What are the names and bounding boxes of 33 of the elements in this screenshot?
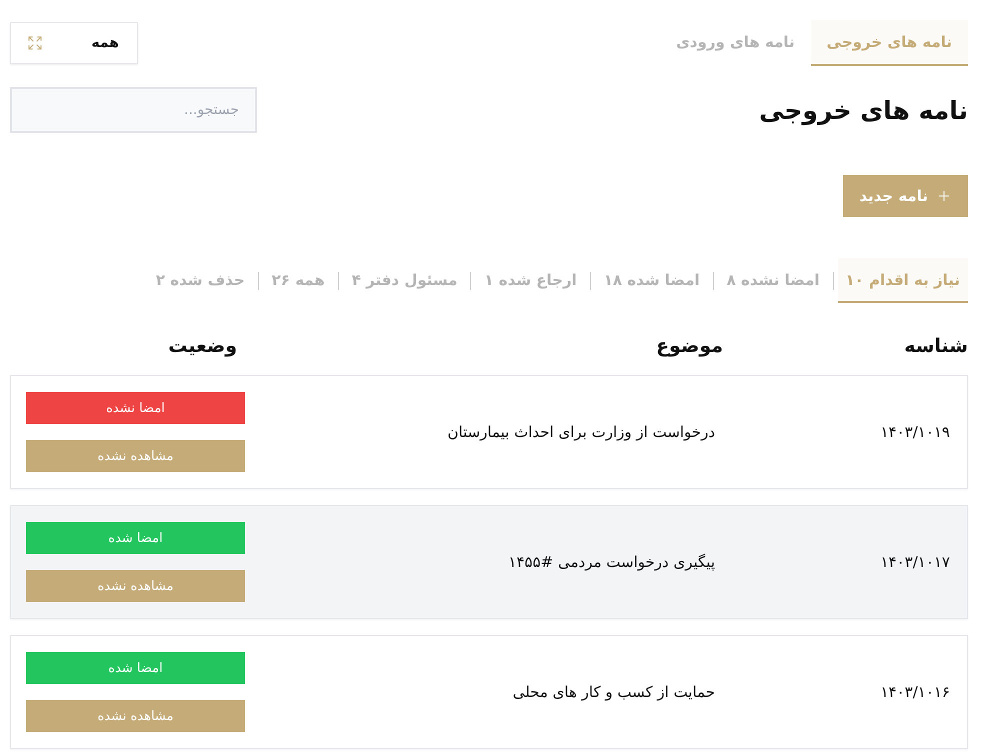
letter-row[interactable]: ۱۴۰۳/۱۰۱۶ حمایت از کسب و کار های محلی امضا شده مشاهده نشده: [10, 635, 968, 749]
letter-id: ۱۴۰۳/۱۰۱۶: [879, 683, 950, 701]
letter-row[interactable]: ۱۴۰۳/۱۰۱۹ درخواست از وزارت برای احداث بیمارستان امضا نشده مشاهده نشده: [10, 375, 968, 489]
letter-id: ۱۴۰۳/۱۰۱۷: [879, 553, 950, 571]
letter-row[interactable]: ۱۴۰۳/۱۰۱۷ پیگیری درخواست مردمی #۱۴۵۵ امضا شده مشاهده نشده: [10, 505, 968, 619]
tab[interactable]: نامه های خروجی: [810, 20, 968, 66]
filter-tab[interactable]: نیاز به اقدام ۱۰: [838, 258, 968, 303]
status-badge: امضا نشده: [26, 392, 245, 424]
column-header: شناسه: [903, 335, 968, 357]
letter-subject: پیگیری درخواست مردمی #۱۴۵۵: [507, 553, 715, 571]
filter-tab[interactable]: امضا نشده ۸: [718, 258, 828, 303]
status-badge: مشاهده نشده: [26, 570, 245, 602]
status-badge: مشاهده نشده: [26, 440, 245, 472]
search-field[interactable]: جستجو...: [10, 87, 257, 133]
filter-tab[interactable]: حذف شده ۲: [146, 258, 254, 303]
status-badge: امضا شده: [26, 652, 245, 684]
filter-tab[interactable]: ارجاع شده ۱: [475, 258, 586, 303]
scope-button[interactable]: همه: [10, 22, 138, 64]
column-header: وضعیت: [167, 335, 237, 357]
status-badge: امضا شده: [26, 522, 245, 554]
column-header: موضوع: [655, 335, 723, 357]
tab[interactable]: نامه های ورودی: [660, 20, 811, 66]
page-title: نامه های خروجی: [759, 96, 968, 124]
letter-subject: حمایت از کسب و کار های محلی: [512, 683, 715, 701]
filter-tab[interactable]: مسئول دفتر ۴: [342, 258, 466, 303]
new-letter-button[interactable]: نامه جدید: [843, 175, 968, 217]
expand-icon: [27, 35, 43, 51]
letter-subject: درخواست از وزارت برای احداث بیمارستان: [446, 423, 715, 441]
status-badge: مشاهده نشده: [26, 700, 245, 732]
letter-id: ۱۴۰۳/۱۰۱۹: [879, 423, 950, 441]
plus-icon: [936, 188, 952, 204]
filter-tab[interactable]: امضا شده ۱۸: [594, 258, 709, 303]
filter-tab[interactable]: همه ۲۶: [262, 258, 334, 303]
